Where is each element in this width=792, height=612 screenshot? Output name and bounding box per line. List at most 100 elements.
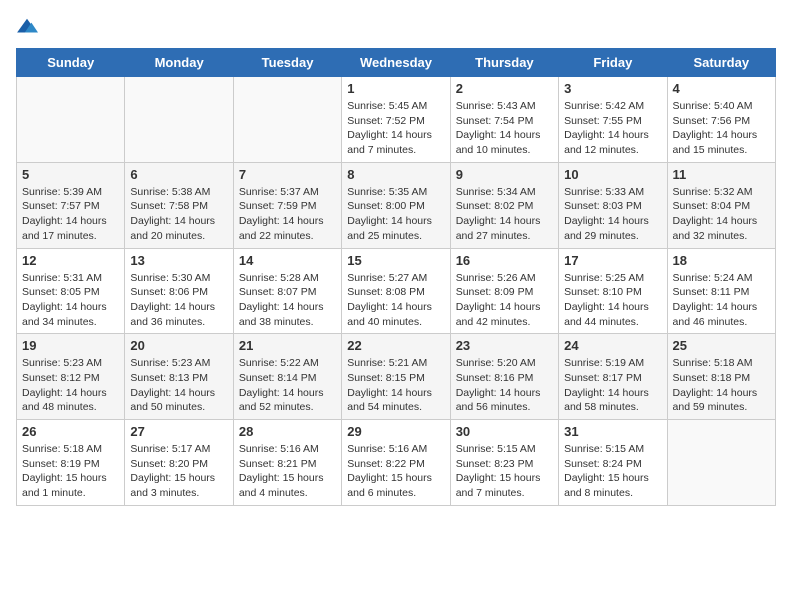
- cell-day-number: 12: [22, 253, 119, 268]
- cell-day-number: 22: [347, 338, 444, 353]
- cell-day-number: 21: [239, 338, 336, 353]
- cell-info: Sunrise: 5:24 AM Sunset: 8:11 PM Dayligh…: [673, 271, 770, 330]
- calendar-cell: 28 Sunrise: 5:16 AM Sunset: 8:21 PM Dayli…: [233, 420, 341, 506]
- cell-info: Sunrise: 5:16 AM Sunset: 8:21 PM Dayligh…: [239, 442, 336, 501]
- cell-info: Sunrise: 5:43 AM Sunset: 7:54 PM Dayligh…: [456, 99, 553, 158]
- calendar-cell: 9Sunrise: 5:34 AM Sunset: 8:02 PM Daylig…: [450, 162, 558, 248]
- cell-info: Sunrise: 5:18 AM Sunset: 8:18 PM Dayligh…: [673, 356, 770, 415]
- cell-info: Sunrise: 5:30 AM Sunset: 8:06 PM Dayligh…: [130, 271, 227, 330]
- cell-info: Sunrise: 5:17 AM Sunset: 8:20 PM Dayligh…: [130, 442, 227, 501]
- calendar-cell: 4Sunrise: 5:40 AM Sunset: 7:56 PM Daylig…: [667, 77, 775, 163]
- calendar-cell: 14 Sunrise: 5:28 AM Sunset: 8:07 PM Dayli…: [233, 248, 341, 334]
- calendar-cell: 17Sunrise: 5:25 AM Sunset: 8:10 PM Dayli…: [559, 248, 667, 334]
- calendar-cell: 10Sunrise: 5:33 AM Sunset: 8:03 PM Dayli…: [559, 162, 667, 248]
- cell-info: Sunrise: 5:26 AM Sunset: 8:09 PM Dayligh…: [456, 271, 553, 330]
- cell-info: Sunrise: 5:35 AM Sunset: 8:00 PM Dayligh…: [347, 185, 444, 244]
- cell-day-number: 3: [564, 81, 661, 96]
- calendar-cell: 13 Sunrise: 5:30 AM Sunset: 8:06 PM Dayli…: [125, 248, 233, 334]
- calendar-cell: 31 Sunrise: 5:15 AM Sunset: 8:24 PM Dayli…: [559, 420, 667, 506]
- calendar-cell: 16 Sunrise: 5:26 AM Sunset: 8:09 PM Dayli…: [450, 248, 558, 334]
- day-header-tuesday: Tuesday: [233, 49, 341, 77]
- cell-day-number: 31: [564, 424, 661, 439]
- cell-day-number: 11: [673, 167, 770, 182]
- cell-info: Sunrise: 5:31 AM Sunset: 8:05 PM Dayligh…: [22, 271, 119, 330]
- cell-info: Sunrise: 5:38 AM Sunset: 7:58 PM Dayligh…: [130, 185, 227, 244]
- cell-info: Sunrise: 5:23 AM Sunset: 8:12 PM Dayligh…: [22, 356, 119, 415]
- cell-info: Sunrise: 5:42 AM Sunset: 7:55 PM Dayligh…: [564, 99, 661, 158]
- day-header-monday: Monday: [125, 49, 233, 77]
- cell-day-number: 29: [347, 424, 444, 439]
- cell-info: Sunrise: 5:21 AM Sunset: 8:15 PM Dayligh…: [347, 356, 444, 415]
- calendar-cell: [233, 77, 341, 163]
- calendar-cell: 11Sunrise: 5:32 AM Sunset: 8:04 PM Dayli…: [667, 162, 775, 248]
- calendar-cell: 12 Sunrise: 5:31 AM Sunset: 8:05 PM Dayli…: [17, 248, 125, 334]
- calendar-cell: [17, 77, 125, 163]
- calendar-week-3: 12 Sunrise: 5:31 AM Sunset: 8:05 PM Dayli…: [17, 248, 776, 334]
- calendar-cell: 26 Sunrise: 5:18 AM Sunset: 8:19 PM Dayli…: [17, 420, 125, 506]
- cell-info: Sunrise: 5:15 AM Sunset: 8:23 PM Dayligh…: [456, 442, 553, 501]
- cell-day-number: 1: [347, 81, 444, 96]
- cell-day-number: 23: [456, 338, 553, 353]
- calendar-cell: 29 Sunrise: 5:16 AM Sunset: 8:22 PM Dayli…: [342, 420, 450, 506]
- day-header-friday: Friday: [559, 49, 667, 77]
- cell-info: Sunrise: 5:39 AM Sunset: 7:57 PM Dayligh…: [22, 185, 119, 244]
- cell-day-number: 14: [239, 253, 336, 268]
- calendar-cell: 3 Sunrise: 5:42 AM Sunset: 7:55 PM Daylig…: [559, 77, 667, 163]
- cell-day-number: 6: [130, 167, 227, 182]
- calendar-cell: 7 Sunrise: 5:37 AM Sunset: 7:59 PM Daylig…: [233, 162, 341, 248]
- cell-info: Sunrise: 5:15 AM Sunset: 8:24 PM Dayligh…: [564, 442, 661, 501]
- calendar-cell: 15 Sunrise: 5:27 AM Sunset: 8:08 PM Dayli…: [342, 248, 450, 334]
- day-header-thursday: Thursday: [450, 49, 558, 77]
- cell-day-number: 25: [673, 338, 770, 353]
- calendar-cell: 25 Sunrise: 5:18 AM Sunset: 8:18 PM Dayli…: [667, 334, 775, 420]
- cell-day-number: 20: [130, 338, 227, 353]
- cell-info: Sunrise: 5:27 AM Sunset: 8:08 PM Dayligh…: [347, 271, 444, 330]
- cell-info: Sunrise: 5:45 AM Sunset: 7:52 PM Dayligh…: [347, 99, 444, 158]
- logo-icon: [16, 16, 38, 38]
- cell-day-number: 28: [239, 424, 336, 439]
- calendar-cell: 21Sunrise: 5:22 AM Sunset: 8:14 PM Dayli…: [233, 334, 341, 420]
- cell-info: Sunrise: 5:23 AM Sunset: 8:13 PM Dayligh…: [130, 356, 227, 415]
- calendar-cell: 18 Sunrise: 5:24 AM Sunset: 8:11 PM Dayli…: [667, 248, 775, 334]
- header: [16, 16, 776, 38]
- cell-info: Sunrise: 5:28 AM Sunset: 8:07 PM Dayligh…: [239, 271, 336, 330]
- cell-info: Sunrise: 5:18 AM Sunset: 8:19 PM Dayligh…: [22, 442, 119, 501]
- day-header-wednesday: Wednesday: [342, 49, 450, 77]
- day-header-sunday: Sunday: [17, 49, 125, 77]
- calendar-cell: 20 Sunrise: 5:23 AM Sunset: 8:13 PM Dayli…: [125, 334, 233, 420]
- day-header-saturday: Saturday: [667, 49, 775, 77]
- cell-info: Sunrise: 5:40 AM Sunset: 7:56 PM Dayligh…: [673, 99, 770, 158]
- cell-day-number: 30: [456, 424, 553, 439]
- calendar-cell: [667, 420, 775, 506]
- cell-info: Sunrise: 5:37 AM Sunset: 7:59 PM Dayligh…: [239, 185, 336, 244]
- calendar-cell: 6 Sunrise: 5:38 AM Sunset: 7:58 PM Daylig…: [125, 162, 233, 248]
- logo: [16, 16, 42, 38]
- calendar-cell: 2 Sunrise: 5:43 AM Sunset: 7:54 PM Daylig…: [450, 77, 558, 163]
- cell-day-number: 24: [564, 338, 661, 353]
- cell-day-number: 18: [673, 253, 770, 268]
- cell-info: Sunrise: 5:20 AM Sunset: 8:16 PM Dayligh…: [456, 356, 553, 415]
- cell-day-number: 5: [22, 167, 119, 182]
- cell-day-number: 13: [130, 253, 227, 268]
- calendar-cell: 22 Sunrise: 5:21 AM Sunset: 8:15 PM Dayli…: [342, 334, 450, 420]
- calendar-cell: 1 Sunrise: 5:45 AM Sunset: 7:52 PM Daylig…: [342, 77, 450, 163]
- calendar-cell: [125, 77, 233, 163]
- cell-day-number: 2: [456, 81, 553, 96]
- cell-info: Sunrise: 5:33 AM Sunset: 8:03 PM Dayligh…: [564, 185, 661, 244]
- cell-day-number: 19: [22, 338, 119, 353]
- cell-info: Sunrise: 5:19 AM Sunset: 8:17 PM Dayligh…: [564, 356, 661, 415]
- calendar-table: SundayMondayTuesdayWednesdayThursdayFrid…: [16, 48, 776, 506]
- calendar-cell: 30 Sunrise: 5:15 AM Sunset: 8:23 PM Dayli…: [450, 420, 558, 506]
- calendar-week-4: 19 Sunrise: 5:23 AM Sunset: 8:12 PM Dayli…: [17, 334, 776, 420]
- cell-day-number: 9: [456, 167, 553, 182]
- cell-day-number: 16: [456, 253, 553, 268]
- cell-info: Sunrise: 5:16 AM Sunset: 8:22 PM Dayligh…: [347, 442, 444, 501]
- calendar-week-5: 26 Sunrise: 5:18 AM Sunset: 8:19 PM Dayli…: [17, 420, 776, 506]
- cell-day-number: 7: [239, 167, 336, 182]
- calendar-cell: 24 Sunrise: 5:19 AM Sunset: 8:17 PM Dayli…: [559, 334, 667, 420]
- cell-day-number: 26: [22, 424, 119, 439]
- calendar-cell: 27 Sunrise: 5:17 AM Sunset: 8:20 PM Dayli…: [125, 420, 233, 506]
- cell-day-number: 8: [347, 167, 444, 182]
- cell-day-number: 27: [130, 424, 227, 439]
- cell-day-number: 15: [347, 253, 444, 268]
